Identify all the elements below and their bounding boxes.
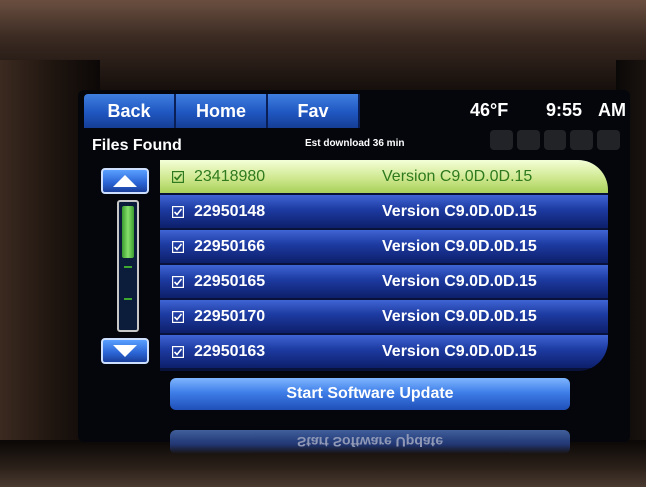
file-version: Version C9.0D.0D.15 — [382, 342, 537, 360]
clock-ampm: AM — [598, 100, 626, 120]
file-id: 22950148 — [194, 202, 266, 220]
scroll-down-button[interactable] — [101, 338, 149, 364]
checkbox-checked-icon[interactable] — [171, 345, 185, 358]
checkbox-checked-icon[interactable] — [171, 275, 185, 288]
status-indicators — [490, 130, 620, 150]
temperature-readout: 46°F — [470, 100, 509, 120]
fav-button[interactable]: Fav — [268, 94, 360, 128]
status-indicator — [490, 130, 513, 150]
checkbox-checked-icon[interactable] — [171, 170, 185, 183]
status-indicator — [570, 130, 594, 150]
file-version: Version C9.0D.0D.15 — [382, 237, 537, 255]
file-id: 22950163 — [194, 342, 266, 360]
page-title: Files Found — [92, 137, 182, 154]
back-button[interactable]: Back — [84, 94, 176, 128]
file-id: 23418980 — [194, 167, 266, 185]
list-item[interactable]: 22950166 Version C9.0D.0D.15 — [160, 230, 608, 263]
scroll-tick — [124, 266, 132, 268]
file-version: Version C9.0D.0D.15 — [382, 167, 533, 185]
home-button[interactable]: Home — [176, 94, 268, 128]
triangle-down-icon — [113, 345, 137, 357]
checkbox-checked-icon[interactable] — [171, 240, 185, 253]
scrollbar-track[interactable] — [117, 200, 139, 332]
file-id: 22950170 — [194, 307, 266, 325]
triangle-up-icon — [113, 175, 137, 187]
status-indicator — [543, 130, 567, 150]
list-item[interactable]: 22950170 Version C9.0D.0D.15 — [160, 300, 608, 333]
list-item[interactable]: 22950163 Version C9.0D.0D.15 — [160, 335, 608, 368]
start-software-update-button[interactable]: Start Software Update — [170, 378, 570, 410]
checkbox-checked-icon[interactable] — [171, 310, 185, 323]
list-item[interactable]: 22950165 Version C9.0D.0D.15 — [160, 265, 608, 298]
list-item[interactable]: 23418980 Version C9.0D.0D.15 — [160, 160, 608, 193]
button-reflection: Start Software Update — [170, 430, 570, 454]
file-version: Version C9.0D.0D.15 — [382, 202, 537, 220]
scroll-tick — [124, 298, 132, 300]
checkbox-checked-icon[interactable] — [171, 205, 185, 218]
status-indicator — [597, 130, 620, 150]
list-item[interactable]: 22950148 Version C9.0D.0D.15 — [160, 195, 608, 228]
est-download-label: Est download 36 min — [305, 138, 405, 149]
clock-time: 9:55 — [546, 100, 583, 120]
file-id: 22950165 — [194, 272, 266, 290]
status-indicator — [516, 130, 540, 150]
file-version: Version C9.0D.0D.15 — [382, 307, 537, 325]
file-version: Version C9.0D.0D.15 — [382, 272, 537, 290]
scroll-up-button[interactable] — [101, 168, 149, 194]
scrollbar-thumb[interactable] — [122, 206, 134, 258]
files-list: 23418980 Version C9.0D.0D.15 22950148 Versi… — [160, 160, 608, 371]
file-id: 22950166 — [194, 237, 266, 255]
